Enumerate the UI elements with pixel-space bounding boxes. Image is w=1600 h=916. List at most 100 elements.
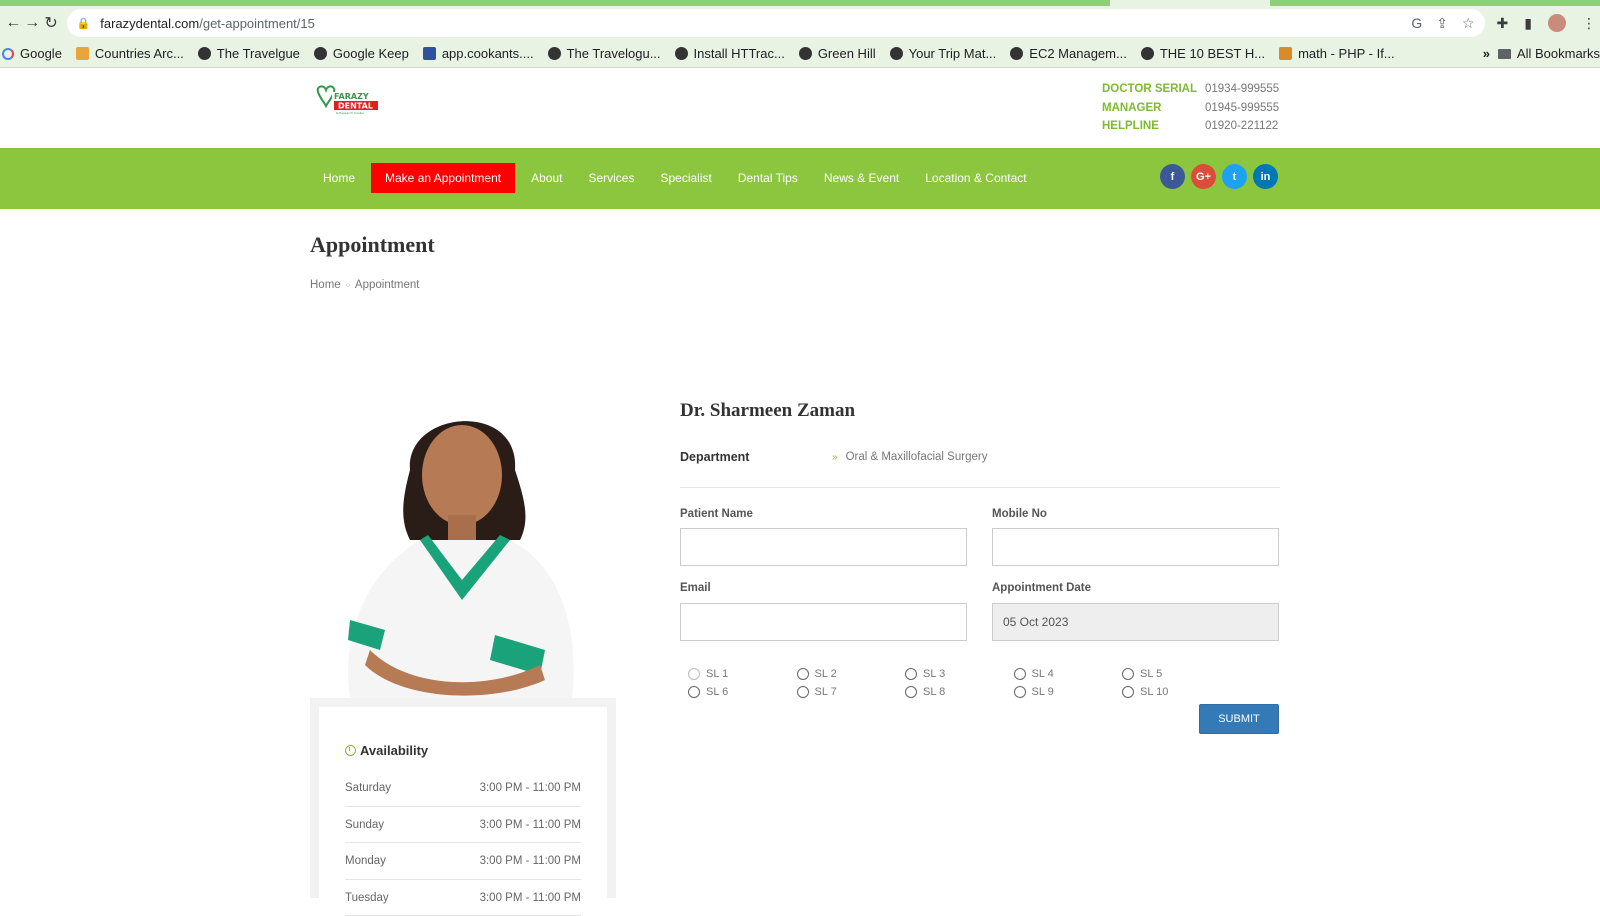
- browser-toolbar: ← → ↻ 🔒 farazydental.com/get-appointment…: [0, 6, 1600, 40]
- bookmarks-more-icon[interactable]: »: [1483, 46, 1490, 61]
- radio-icon[interactable]: [797, 668, 809, 680]
- slot-radio-2[interactable]: SL 2: [797, 668, 906, 680]
- bookmark-item[interactable]: math - PHP - If...: [1279, 46, 1395, 61]
- radio-icon[interactable]: [905, 668, 917, 680]
- star-icon[interactable]: ☆: [1462, 15, 1475, 32]
- farazy-dental-logo[interactable]: FARAZY DENTAL & Research Center: [314, 82, 380, 116]
- nav-make-appointment[interactable]: Make an Appointment: [371, 163, 515, 193]
- contact-row: MANAGER01945-999555: [1102, 99, 1279, 118]
- browser-tab-strip: [0, 0, 1600, 6]
- schedule-day: Sunday: [345, 807, 384, 843]
- contact-phone[interactable]: 01945-999555: [1205, 99, 1279, 118]
- address-bar[interactable]: 🔒 farazydental.com/get-appointment/15 G …: [67, 9, 1485, 37]
- slot-label: SL 6: [706, 686, 728, 698]
- slot-radio-5[interactable]: SL 5: [1122, 668, 1231, 680]
- bookmark-label: Your Trip Mat...: [909, 46, 997, 61]
- slot-radio-6[interactable]: SL 6: [688, 686, 797, 698]
- contact-phone[interactable]: 01920-221122: [1205, 117, 1278, 136]
- share-icon[interactable]: ⇪: [1436, 15, 1448, 32]
- department-value: »Oral & Maxillofacial Surgery: [832, 451, 987, 463]
- side-panel-icon[interactable]: ▮: [1524, 15, 1532, 32]
- radio-icon[interactable]: [688, 686, 700, 698]
- slot-radio-8[interactable]: SL 8: [905, 686, 1014, 698]
- bookmark-item[interactable]: Google Keep: [314, 46, 409, 61]
- nav-home[interactable]: Home: [313, 163, 365, 193]
- appointment-date-input[interactable]: 05 Oct 2023: [992, 603, 1279, 641]
- twitter-icon[interactable]: t: [1222, 164, 1247, 189]
- doctor-name: Dr. Sharmeen Zaman: [680, 400, 855, 422]
- bookmark-item[interactable]: Green Hill: [799, 46, 876, 61]
- reload-icon[interactable]: ↻: [42, 10, 61, 36]
- slot-radio-10[interactable]: SL 10: [1122, 686, 1231, 698]
- bookmark-label: Google Keep: [333, 46, 409, 61]
- slot-label: SL 1: [706, 668, 728, 680]
- linkedin-icon[interactable]: in: [1253, 164, 1278, 189]
- radio-icon[interactable]: [688, 668, 700, 680]
- slot-radio-group: SL 1 SL 2SL 3SL 4SL 5 SL 6 SL 7SL 8SL 9 SL 1…: [688, 668, 1231, 698]
- schedule-day: Saturday: [345, 770, 391, 806]
- bookmark-item[interactable]: THE 10 BEST H...: [1141, 46, 1265, 61]
- breadcrumb-current: Appointment: [355, 279, 420, 291]
- nav-dental-tips[interactable]: Dental Tips: [728, 163, 808, 193]
- google-plus-icon[interactable]: G+: [1191, 164, 1216, 189]
- bookmark-label: Countries Arc...: [95, 46, 184, 61]
- radio-icon[interactable]: [797, 686, 809, 698]
- nav-services[interactable]: Services: [578, 163, 644, 193]
- contact-phone[interactable]: 01934-999555: [1205, 80, 1279, 99]
- radio-icon[interactable]: [905, 686, 917, 698]
- page-icon: [76, 47, 89, 60]
- nav-location-contact[interactable]: Location & Contact: [915, 163, 1036, 193]
- nav-news-event[interactable]: News & Event: [814, 163, 909, 193]
- bookmark-item[interactable]: Countries Arc...: [76, 46, 184, 61]
- radio-icon[interactable]: [1014, 686, 1026, 698]
- divider: [680, 487, 1280, 488]
- google-lens-icon[interactable]: G: [1411, 15, 1422, 32]
- back-icon[interactable]: ←: [4, 10, 23, 36]
- slot-radio-1[interactable]: SL 1: [688, 668, 797, 680]
- bookmark-label: The Travelgue: [217, 46, 300, 61]
- bookmark-item[interactable]: app.cookants....: [423, 46, 534, 61]
- extensions-icon[interactable]: ✚: [1497, 15, 1509, 32]
- radio-icon[interactable]: [1014, 668, 1026, 680]
- forward-icon[interactable]: →: [23, 10, 42, 36]
- availability-schedule: Saturday3:00 PM - 11:00 PMSunday3:00 PM …: [345, 770, 581, 916]
- menu-icon[interactable]: ⋮: [1582, 15, 1596, 32]
- submit-button[interactable]: SUBMIT: [1199, 704, 1279, 734]
- slot-radio-4[interactable]: SL 4: [1014, 668, 1123, 680]
- patient-name-input[interactable]: [680, 528, 967, 566]
- bookmark-item[interactable]: Your Trip Mat...: [890, 46, 997, 61]
- bookmark-label: The Travelogu...: [567, 46, 661, 61]
- schedule-row: Monday3:00 PM - 11:00 PM: [345, 843, 581, 880]
- lock-icon: 🔒: [77, 17, 91, 30]
- bookmark-item[interactable]: Install HTTrac...: [675, 46, 785, 61]
- slot-radio-9[interactable]: SL 9: [1014, 686, 1123, 698]
- slot-radio-7[interactable]: SL 7: [797, 686, 906, 698]
- bookmark-item[interactable]: The Travelogu...: [548, 46, 661, 61]
- breadcrumb-separator-icon: ○: [346, 282, 350, 289]
- profile-avatar[interactable]: [1548, 14, 1566, 32]
- radio-icon[interactable]: [1122, 668, 1134, 680]
- slot-label: SL 10: [1140, 686, 1168, 698]
- nav-specialist[interactable]: Specialist: [650, 163, 721, 193]
- slot-radio-3[interactable]: SL 3: [905, 668, 1014, 680]
- radio-icon[interactable]: [1122, 686, 1134, 698]
- all-bookmarks[interactable]: All Bookmarks: [1498, 46, 1600, 61]
- availability-title: Availability: [345, 743, 581, 758]
- mobile-input[interactable]: [992, 528, 1279, 566]
- contact-row: DOCTOR SERIAL01934-999555: [1102, 80, 1279, 99]
- page-title: Appointment: [310, 232, 435, 258]
- main-menu: HomeMake an AppointmentAboutServicesSpec…: [313, 163, 1043, 193]
- bookmark-item[interactable]: The Travelgue: [198, 46, 300, 61]
- breadcrumb-home[interactable]: Home: [310, 279, 341, 291]
- email-input[interactable]: [680, 603, 967, 641]
- facebook-icon[interactable]: f: [1160, 164, 1185, 189]
- bookmark-label: math - PHP - If...: [1298, 46, 1395, 61]
- globe-icon: [314, 47, 327, 60]
- nav-about[interactable]: About: [521, 163, 572, 193]
- bookmark-item[interactable]: EC2 Managem...: [1010, 46, 1127, 61]
- bookmark-label: Green Hill: [818, 46, 876, 61]
- globe-icon: [890, 47, 903, 60]
- bookmark-item[interactable]: Google: [2, 46, 62, 61]
- cookants-icon: [423, 47, 436, 60]
- globe-icon: [548, 47, 561, 60]
